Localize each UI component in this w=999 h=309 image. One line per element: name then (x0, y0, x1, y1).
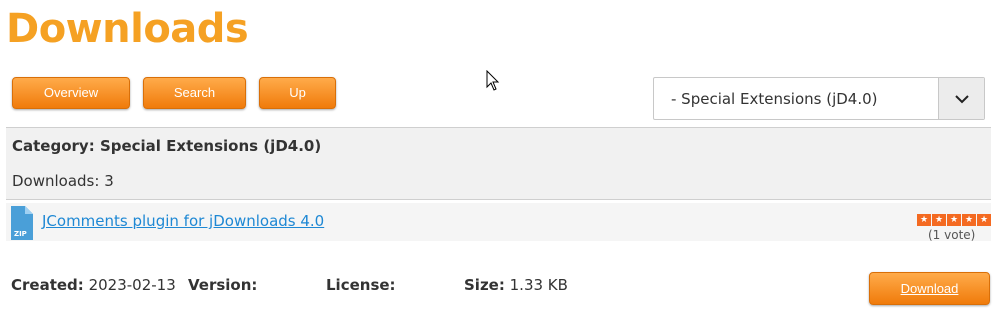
license-info: License: (326, 276, 396, 294)
size-info: Size: 1.33 KB (464, 276, 568, 294)
star-icon[interactable]: ★ (947, 214, 961, 226)
download-item-link[interactable]: JComments plugin for jDownloads 4.0 (42, 212, 324, 230)
download-button[interactable]: Download (869, 272, 990, 305)
license-label: License: (326, 276, 396, 294)
downloads-count: Downloads: 3 (12, 172, 114, 190)
up-button[interactable]: Up (259, 77, 336, 109)
category-name: Special Extensions (jD4.0) (99, 137, 322, 155)
overview-button[interactable]: Overview (12, 77, 130, 109)
vote-count: (1 vote) (928, 228, 976, 242)
category-label: Category: (12, 137, 95, 155)
zip-icon-text: ZIP (14, 230, 27, 238)
created-info: Created: 2023-02-13 (11, 276, 176, 294)
chevron-down-icon[interactable] (938, 78, 984, 119)
rating-stars[interactable]: ★ ★ ★ ★ ★ (917, 214, 992, 226)
star-icon[interactable]: ★ (977, 214, 991, 226)
created-value: 2023-02-13 (88, 276, 176, 294)
download-item-row: ZIP JComments plugin for jDownloads 4.0 … (6, 203, 992, 242)
category-info-panel: Category: Special Extensions (jD4.0) Dow… (6, 127, 991, 200)
search-button[interactable]: Search (143, 77, 246, 109)
star-icon[interactable]: ★ (917, 214, 931, 226)
page-title: Downloads (6, 6, 249, 52)
category-select[interactable]: - Special Extensions (jD4.0) (653, 77, 985, 120)
version-info: Version: (188, 276, 257, 294)
version-label: Version: (188, 276, 258, 294)
size-label: Size: (464, 276, 505, 294)
star-icon[interactable]: ★ (932, 214, 946, 226)
star-icon[interactable]: ★ (962, 214, 976, 226)
size-value: 1.33 KB (509, 276, 568, 294)
created-label: Created: (11, 276, 84, 294)
mouse-cursor-icon (486, 70, 500, 91)
zip-file-icon: ZIP (11, 206, 33, 240)
category-select-value: - Special Extensions (jD4.0) (671, 90, 878, 108)
category-heading: Category: Special Extensions (jD4.0) (12, 137, 321, 155)
